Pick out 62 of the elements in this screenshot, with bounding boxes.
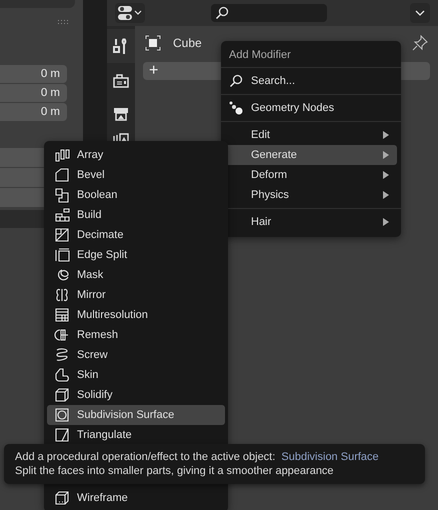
- bricks-icon: [54, 207, 70, 223]
- spiral-icon: [54, 347, 70, 363]
- menu-item[interactable]: Remesh: [47, 325, 225, 345]
- submenu-arrow-icon: [383, 151, 389, 159]
- number-field[interactable]: 0 m: [0, 65, 67, 83]
- menu-title: Add Modifier: [228, 48, 292, 63]
- camera-icon: [113, 73, 129, 89]
- dots-icon: [229, 101, 243, 115]
- menu-item[interactable]: Array: [47, 145, 225, 165]
- menu-item[interactable]: Edge Split: [47, 245, 225, 265]
- dropdown-button[interactable]: [410, 3, 430, 23]
- overlapping-squares-icon: [54, 187, 70, 203]
- remesh-icon: [54, 327, 70, 343]
- menu-item[interactable]: Bevel: [47, 165, 225, 185]
- menu-item[interactable]: Multiresolution: [47, 305, 225, 325]
- menu-item[interactable]: Mirror: [47, 285, 225, 305]
- submenu-arrow-icon: [383, 218, 389, 226]
- property-row: [0, 188, 44, 207]
- wireframe-cube-icon: [54, 490, 70, 506]
- menu-item[interactable]: Edit: [225, 125, 397, 145]
- menu-item[interactable]: Generate: [225, 145, 397, 165]
- object-icon: [145, 35, 161, 51]
- bevel-icon: [54, 167, 70, 183]
- property-row: [0, 148, 44, 167]
- menu-item[interactable]: Subdivision Surface: [47, 405, 225, 425]
- menu-item[interactable]: Screw: [47, 345, 225, 365]
- search-icon: [229, 74, 243, 88]
- search-field[interactable]: [211, 4, 327, 22]
- submenu-arrow-icon: [383, 191, 389, 199]
- editor-type-button[interactable]: [115, 3, 145, 23]
- submenu-arrow-icon: [383, 131, 389, 139]
- menu-item[interactable]: Triangulate: [47, 425, 225, 445]
- tooltip-detail: Split the faces into smaller parts, giving it a smoother appearance: [15, 464, 335, 478]
- property-row: [0, 168, 44, 187]
- menu-item[interactable]: Hair: [225, 212, 397, 232]
- object-name: Cube: [173, 36, 202, 50]
- menu-item[interactable]: Build: [47, 205, 225, 225]
- search-icon: [215, 6, 229, 20]
- butterfly-icon: [54, 287, 70, 303]
- printer-icon: [113, 106, 129, 122]
- tool-tab[interactable]: [107, 29, 135, 63]
- tooltip-description: Add a procedural operation/effect to the active object: Subdivision Surface: [15, 450, 380, 464]
- columns-icon: [54, 147, 70, 163]
- menu-item[interactable]: Physics: [225, 185, 397, 205]
- chevron-down-icon: [415, 10, 425, 16]
- menu-item[interactable]: Geometry Nodes: [225, 98, 397, 118]
- submenu-arrow-icon: [383, 171, 389, 179]
- skin-icon: [54, 367, 70, 383]
- menu-item[interactable]: Search...: [225, 71, 397, 91]
- wrench-icon: [113, 37, 129, 55]
- grid-icon: [54, 307, 70, 323]
- number-field[interactable]: 0 m: [0, 103, 67, 121]
- menu-item[interactable]: Decimate: [47, 225, 225, 245]
- cube-icon: [54, 387, 70, 403]
- menu-item[interactable]: Skin: [47, 365, 225, 385]
- menu-item[interactable]: Mask: [47, 265, 225, 285]
- menu-item[interactable]: Boolean: [47, 185, 225, 205]
- menu-item[interactable]: Deform: [225, 165, 397, 185]
- pin-icon[interactable]: [412, 35, 428, 51]
- menu-item[interactable]: Solidify: [47, 385, 225, 405]
- menu-item[interactable]: Wireframe: [47, 488, 225, 508]
- number-field[interactable]: 0 m: [0, 84, 67, 102]
